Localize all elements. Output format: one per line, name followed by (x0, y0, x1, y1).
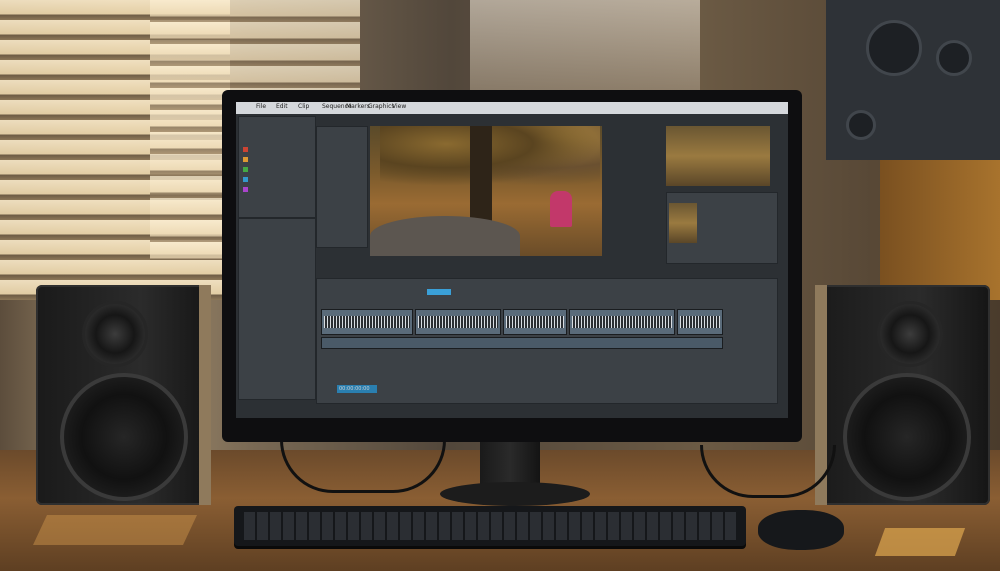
viewer-tree (470, 126, 492, 221)
speaker-side (199, 285, 211, 505)
menu-item[interactable]: Markers (346, 103, 370, 110)
speaker-tweeter (82, 301, 148, 367)
timeline-clip[interactable] (677, 309, 723, 335)
timeline-clip[interactable] (321, 309, 413, 335)
clip-thumbnails (680, 316, 720, 328)
wall-device (826, 0, 1000, 160)
right-speaker (815, 285, 990, 505)
timecode-display: 00:00:00:00 (337, 385, 377, 393)
monitor-stand-neck (480, 442, 540, 484)
audio-track[interactable] (321, 337, 723, 349)
source-thumbnail[interactable] (666, 126, 770, 186)
monitor: File Edit Clip Sequence Markers Graphics… (222, 90, 802, 442)
monitor-stand-base (440, 482, 590, 506)
timeline-clip[interactable] (415, 309, 501, 335)
device-knob (866, 20, 922, 76)
program-monitor-viewer[interactable] (370, 126, 602, 256)
menu-item[interactable]: Graphics (368, 103, 395, 110)
speaker-woofer (843, 373, 971, 501)
tools-panel[interactable] (238, 218, 316, 400)
mouse (758, 510, 844, 550)
device-knob (936, 40, 972, 76)
timecode-label: 00:00:00:00 (339, 386, 370, 392)
timeline-clip[interactable] (503, 309, 567, 335)
timeline-clip[interactable] (569, 309, 675, 335)
wooden-cabinet (880, 160, 1000, 300)
menu-item[interactable]: Clip (298, 103, 309, 110)
project-panel[interactable] (238, 116, 316, 218)
menu-item[interactable]: View (392, 103, 406, 110)
speaker-woofer (60, 373, 188, 501)
watermark-side: 942639685 (6, 300, 20, 460)
source-thumbnail-small[interactable] (669, 203, 697, 243)
wall-light (470, 0, 700, 90)
source-panel[interactable] (666, 192, 778, 264)
viewer-rock (370, 216, 520, 256)
keyboard-keys (244, 512, 736, 540)
keyboard (234, 506, 746, 546)
photo-scene: File Edit Clip Sequence Markers Graphics… (0, 0, 1000, 571)
sunlight-patch (874, 528, 966, 556)
video-editor-screen: File Edit Clip Sequence Markers Graphics… (236, 102, 788, 418)
menu-item[interactable]: Edit (276, 103, 288, 110)
clip-thumbnails (506, 316, 564, 328)
clip-thumbnails (572, 316, 672, 328)
device-knob (846, 110, 876, 140)
speaker-tweeter (877, 301, 943, 367)
left-speaker (36, 285, 211, 505)
timeline-panel[interactable]: 00:00:00:00 (316, 278, 778, 404)
viewer-person (550, 191, 572, 227)
menu-item[interactable]: File (256, 103, 266, 110)
effects-panel[interactable] (316, 126, 368, 248)
app-menubar: File Edit Clip Sequence Markers Graphics… (236, 102, 788, 114)
sunlight-patch (33, 515, 197, 545)
clip-thumbnails (418, 316, 498, 328)
playhead[interactable] (427, 289, 451, 295)
clip-thumbnails (324, 316, 410, 328)
